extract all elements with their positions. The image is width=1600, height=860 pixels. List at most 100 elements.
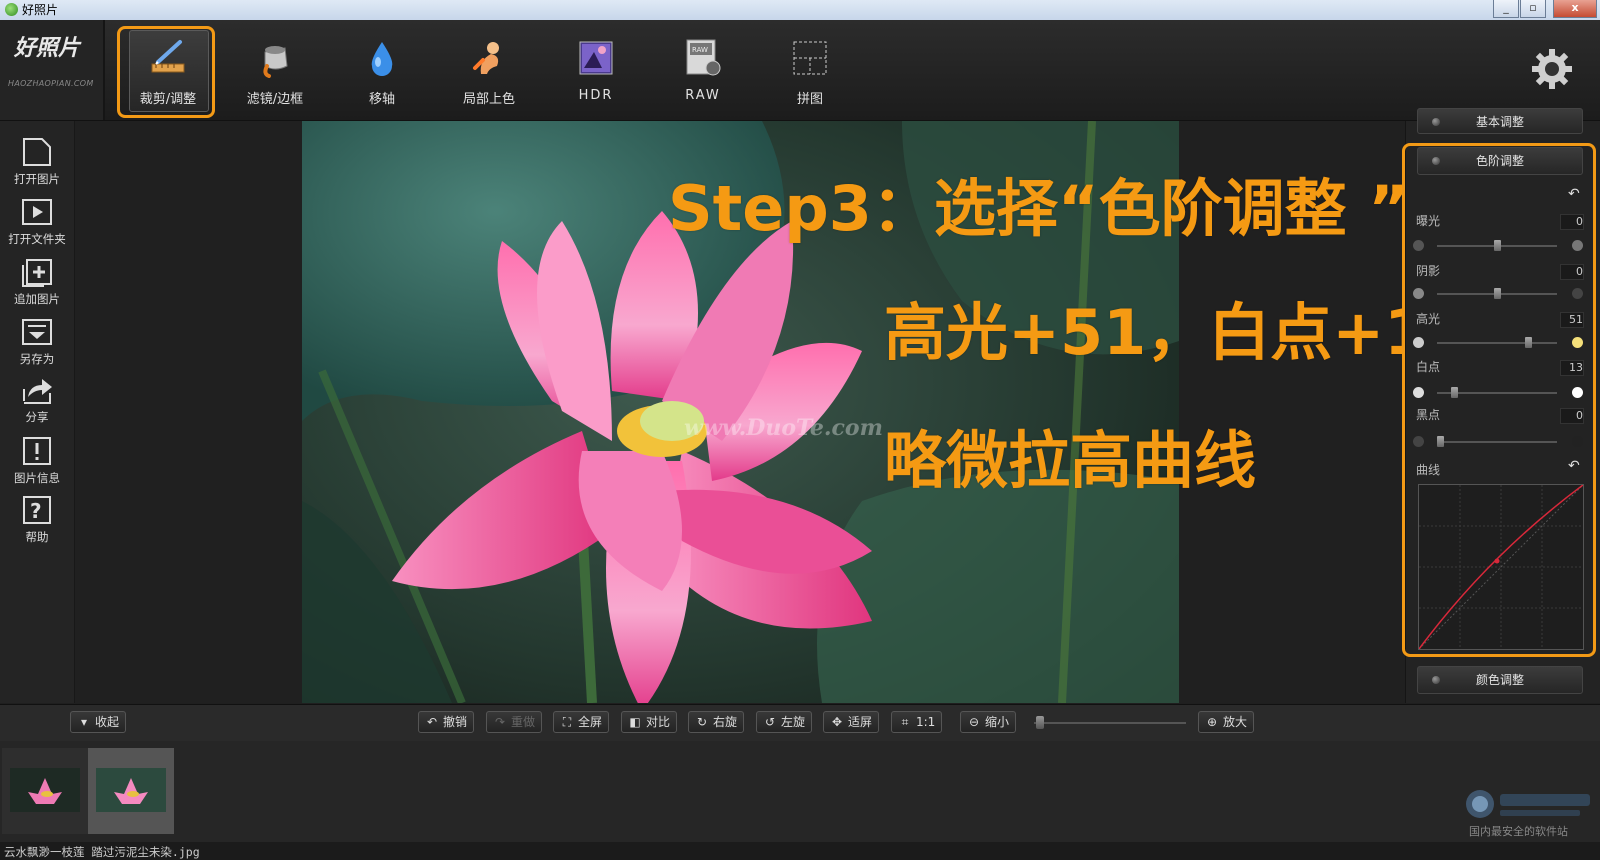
svg-text:RAW: RAW (692, 46, 708, 54)
minimize-button[interactable]: _ (1493, 0, 1519, 18)
sidebar-item-image-info[interactable]: 图片信息 (0, 436, 74, 494)
thumbnail-image (10, 768, 80, 812)
filmstrip-thumbnail-selected[interactable] (88, 748, 174, 834)
button-label: 适屏 (848, 715, 873, 729)
help-icon: ? (23, 496, 51, 524)
rotate-left-button[interactable]: ↺ 左旋 (756, 711, 813, 733)
photo-watermark: www.DuoTe.com (684, 415, 883, 441)
rotate-left-icon: ↺ (764, 715, 776, 729)
local-color-icon (473, 42, 499, 74)
tool-label: RAW (685, 88, 721, 103)
maximize-button[interactable]: ▫ (1520, 0, 1546, 18)
tilt-shift-icon (371, 42, 393, 76)
tool-collage[interactable]: 拼图 (763, 26, 857, 114)
annotation-step-values: 高光+51，白点+13 (884, 296, 1471, 369)
filter-frame-icon (263, 46, 288, 78)
section-label: 颜色调整 (1475, 673, 1524, 687)
tool-tilt-shift[interactable]: 移轴 (335, 26, 429, 114)
logo-subtext: HAOZHAOPIAN.COM (8, 79, 94, 88)
close-button[interactable]: x (1553, 0, 1597, 18)
status-bar (0, 842, 1600, 860)
tool-raw[interactable]: RAW RAW (656, 26, 750, 114)
tool-label: 局部上色 (462, 92, 515, 107)
compare-button[interactable]: ◧ 对比 (621, 711, 678, 733)
hdr-icon (579, 41, 613, 75)
actual-size-icon: ⌗ (901, 715, 909, 729)
bullet-icon (1432, 676, 1440, 684)
rotate-right-button[interactable]: ↻ 右旋 (688, 711, 745, 733)
annotation-highlight-levels (1402, 143, 1596, 657)
collage-icon (793, 41, 827, 75)
sidebar-item-open-image[interactable]: 打开图片 (0, 137, 74, 195)
sidebar-item-label: 打开图片 (14, 172, 60, 186)
sidebar-item-open-folder[interactable]: 打开文件夹 (0, 197, 74, 255)
sidebar-item-label: 图片信息 (14, 471, 60, 485)
sidebar-item-share[interactable]: 分享 (0, 375, 74, 433)
fullscreen-icon: ⛶ (562, 715, 572, 729)
filmstrip-thumbnail[interactable] (2, 748, 88, 834)
redo-button[interactable]: ↷ 重做 (486, 711, 543, 733)
button-label: 对比 (646, 715, 671, 729)
zoom-in-icon: ⊕ (1206, 715, 1218, 729)
sidebar-item-save-as[interactable]: 另存为 (0, 317, 74, 375)
button-label: 右旋 (713, 715, 738, 729)
zoom-in-button[interactable]: ⊕ 放大 (1198, 711, 1255, 733)
button-label: 1:1 (916, 715, 936, 729)
open-folder-icon (22, 199, 52, 225)
collapse-button[interactable]: ▾ 收起 (70, 711, 127, 733)
add-image-icon (22, 259, 52, 287)
sidebar-item-label: 帮助 (25, 530, 49, 544)
image-info-icon (23, 437, 51, 465)
compare-icon: ◧ (629, 715, 641, 729)
sidebar-item-label: 追加图片 (14, 292, 60, 306)
gear-icon[interactable] (1530, 47, 1574, 91)
window-title: 好照片 (22, 3, 59, 17)
status-filename: 云水飘渺一枝莲 踏过污泥尘未染.jpg (4, 845, 200, 859)
tool-filter-frame[interactable]: 滤镜/边框 (228, 26, 322, 114)
filmstrip (0, 741, 1600, 842)
sidebar-item-label: 另存为 (19, 352, 55, 366)
tool-label: 拼图 (796, 92, 823, 107)
tool-label: 移轴 (368, 92, 395, 107)
tool-local-color[interactable]: 局部上色 (442, 26, 536, 114)
fullscreen-button[interactable]: ⛶ 全屏 (553, 711, 610, 733)
fit-screen-button[interactable]: ✥ 适屏 (823, 711, 880, 733)
zoom-slider-thumb[interactable] (1036, 716, 1044, 729)
bullet-icon (1432, 118, 1440, 126)
thumbnail-image (96, 768, 166, 812)
section-label: 基本调整 (1475, 115, 1524, 129)
open-image-icon (23, 138, 51, 166)
zoom-slider-track[interactable] (1034, 722, 1186, 724)
color-adjust-button[interactable]: 颜色调整 (1417, 666, 1583, 694)
save-as-icon (22, 319, 52, 345)
annotation-step-curve: 略微拉高曲线 (884, 424, 1257, 497)
zoom-out-icon: ⊖ (968, 715, 980, 729)
annotation-step-title: Step3：选择“色阶调整 ”， (668, 172, 1471, 245)
undo-button[interactable]: ↶ 撤销 (418, 711, 475, 733)
button-label: 全屏 (578, 715, 603, 729)
basic-adjust-button[interactable]: 基本调整 (1417, 108, 1583, 134)
raw-icon: RAW (686, 39, 721, 76)
tool-label: HDR (578, 88, 614, 103)
fit-screen-icon: ✥ (831, 715, 843, 729)
share-icon (23, 379, 52, 404)
redo-icon: ↷ (494, 715, 506, 729)
tool-hdr[interactable]: HDR (549, 26, 643, 114)
button-label: 重做 (511, 715, 536, 729)
zoom-out-button[interactable]: ⊖ 缩小 (960, 711, 1017, 733)
sidebar-item-label: 分享 (25, 410, 49, 424)
undo-icon: ↶ (426, 715, 438, 729)
title-bar (0, 0, 1600, 21)
button-label: 放大 (1223, 715, 1248, 729)
annotation-highlight-crop (117, 26, 215, 118)
button-label: 缩小 (985, 715, 1010, 729)
rotate-right-icon: ↻ (696, 715, 708, 729)
svg-text:?: ? (30, 499, 42, 523)
sidebar-item-label: 打开文件夹 (8, 232, 66, 246)
sidebar-item-add-image[interactable]: 追加图片 (0, 257, 74, 315)
button-label: 收起 (95, 715, 120, 729)
tool-label: 滤镜/边框 (246, 92, 304, 107)
actual-size-button[interactable]: ⌗ 1:1 (891, 711, 943, 733)
sidebar-item-help[interactable]: ? 帮助 (0, 495, 74, 553)
button-label: 撤销 (443, 715, 468, 729)
